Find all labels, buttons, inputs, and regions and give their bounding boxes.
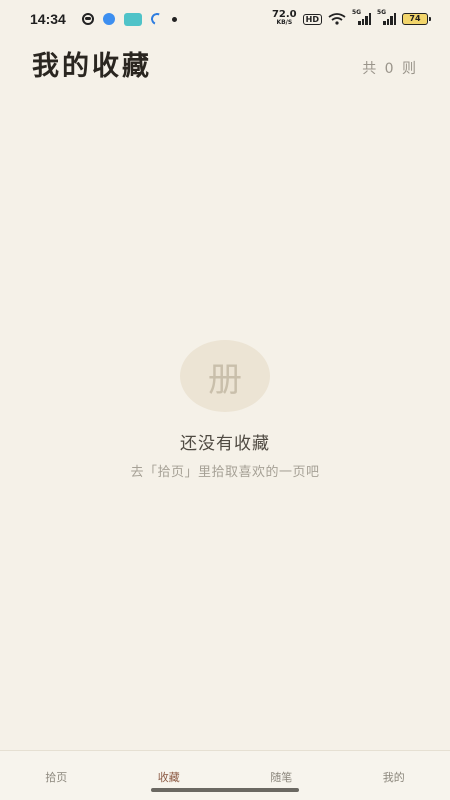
network-speed-value: 72.0 [271,9,297,20]
status-bar: 14:34 72.0 KB/S HD 5G 5G 74 [0,0,450,38]
notification-icons [81,11,177,27]
bottom-nav: 拾页 收藏 随笔 我的 [0,750,450,800]
collection-count: 共 0 则 [362,61,418,77]
hd-badge: HD [302,13,322,25]
network-speed-unit: KB/S [276,19,293,26]
network-speed: 72.0 KB/S [271,9,297,27]
nav-item-shiye[interactable]: 拾页 [0,751,113,800]
page-title: 我的收藏 [32,51,152,82]
home-indicator[interactable] [151,788,299,792]
empty-state: 册 还没有收藏 去「拾页」里拾取喜欢的一页吧 [0,340,450,480]
signal-2-label: 5G [377,9,387,16]
signal-icon-2: 5G [377,9,396,25]
wifi-icon [328,13,346,25]
eye-app-icon [81,13,94,25]
nav-item-essays[interactable]: 随笔 [225,751,338,800]
status-time: 14:34 [30,11,66,27]
signal-icon-1: 5G [352,9,371,25]
nav-item-favorites[interactable]: 收藏 [113,751,226,800]
empty-state-title: 还没有收藏 [180,434,270,454]
chat-app-icon [102,13,115,25]
signal-1-label: 5G [352,9,362,16]
battery-icon: 74 [402,13,431,25]
status-right: 72.0 KB/S HD 5G 5G 74 [271,9,431,27]
calendar-app-icon [123,12,142,26]
nav-item-mine[interactable]: 我的 [338,751,450,800]
book-icon: 册 [180,340,270,412]
empty-state-subtitle: 去「拾页」里拾取喜欢的一页吧 [130,465,320,480]
more-notifications-dot-icon [171,16,177,22]
browser-app-icon [149,11,165,27]
